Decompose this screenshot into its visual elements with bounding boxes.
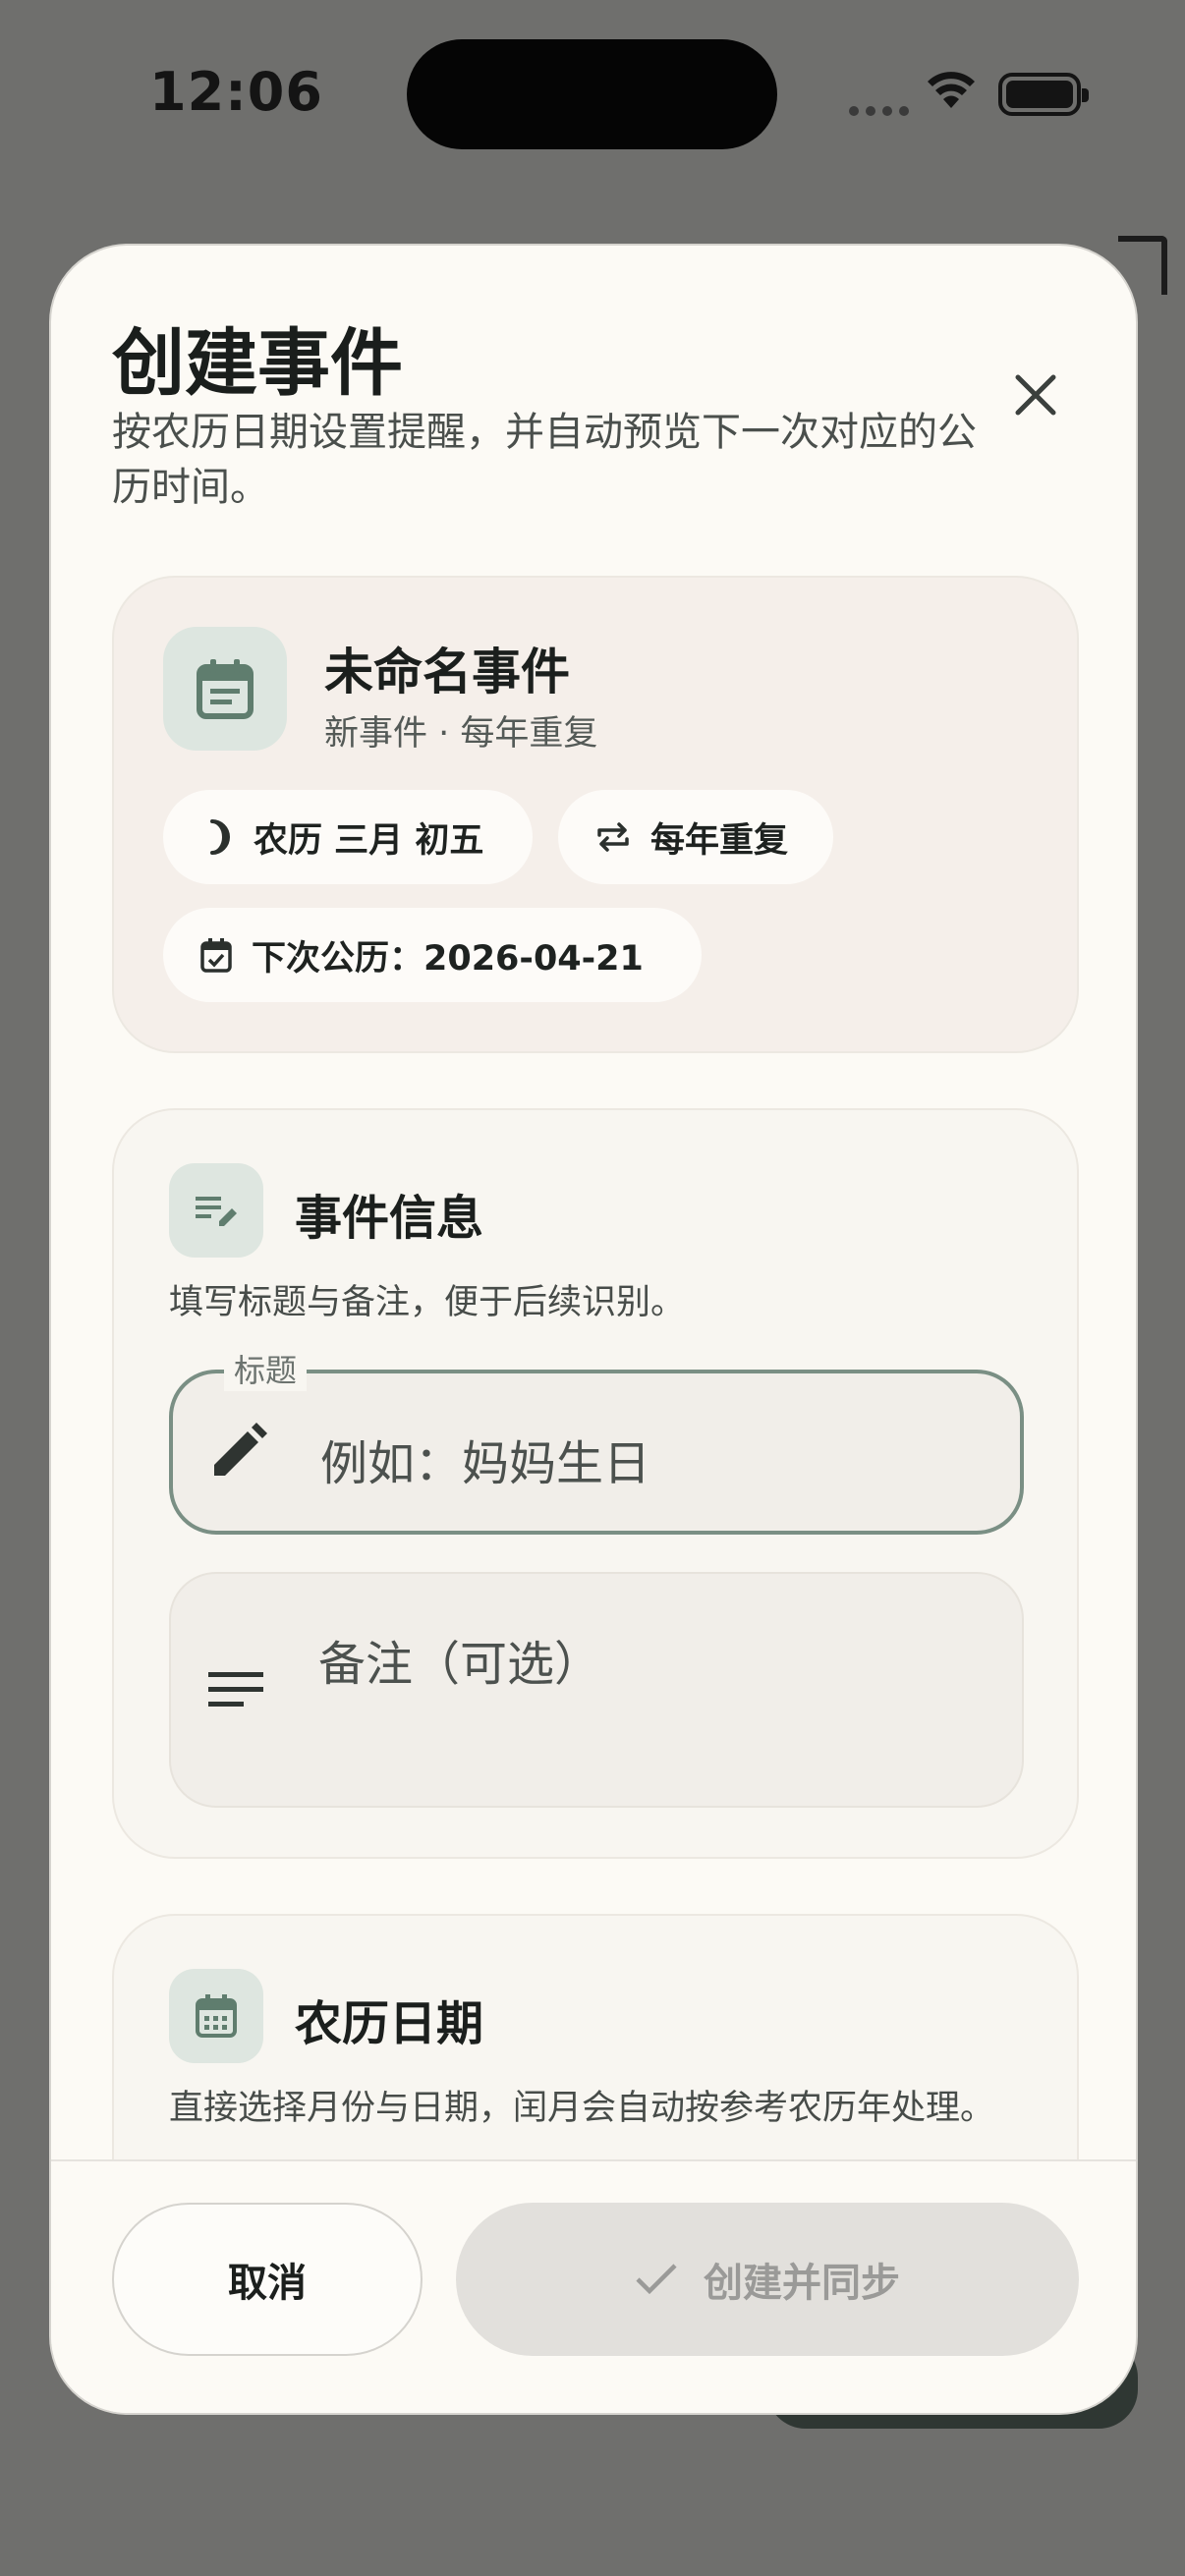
pencil-icon: [214, 1423, 267, 1476]
create-event-sheet: 创建事件 按农历日期设置提醒，并自动预览下一次对应的公历时间。 未命名事件 新事…: [49, 244, 1138, 2415]
lunar-date-chip-label: 农历 三月 初五: [254, 820, 484, 861]
edit-notes-icon: [169, 1163, 263, 1258]
cancel-button[interactable]: 取消: [112, 2203, 423, 2356]
notes-icon: [208, 1672, 263, 1707]
next-solar-date-label: 下次公历：2026-04-21: [252, 938, 644, 979]
lunar-date-title: 农历日期: [295, 1996, 484, 2051]
dynamic-island: [407, 39, 777, 149]
event-info-title: 事件信息: [295, 1191, 484, 1246]
title-field[interactable]: 标题 例如：妈妈生日: [169, 1346, 1024, 1535]
lunar-date-description: 直接选择月份与日期，闰月会自动按参考农历年处理。: [169, 2089, 995, 2128]
sheet-subtitle: 按农历日期设置提醒，并自动预览下一次对应的公历时间。: [112, 410, 977, 510]
repeat-chip-label: 每年重复: [650, 820, 789, 861]
signal-dots-icon: [849, 106, 909, 116]
title-field-label: 标题: [224, 1346, 308, 1391]
event-preview-card: 未命名事件 新事件 · 每年重复 农历 三月 初五 每年重复 下次公历：2026…: [112, 576, 1079, 1053]
status-time: 12:06: [149, 61, 323, 123]
status-bar: 12:06: [0, 0, 1185, 196]
battery-icon: [998, 73, 1089, 116]
preview-title: 未命名事件: [324, 644, 570, 700]
event-info-description: 填写标题与备注，便于后续识别。: [169, 1283, 686, 1322]
next-solar-date-chip: 下次公历：2026-04-21: [163, 908, 702, 1002]
preview-subtitle: 新事件 · 每年重复: [324, 714, 598, 754]
calendar-check-icon: [200, 938, 232, 973]
cancel-button-label: 取消: [228, 2261, 307, 2306]
check-icon: [636, 2264, 677, 2295]
event-info-section: 事件信息 填写标题与备注，便于后续识别。 标题 例如：妈妈生日 备注（可选）: [112, 1108, 1079, 1859]
repeat-icon: [597, 822, 629, 852]
moon-icon: [210, 819, 230, 855]
note-field[interactable]: 备注（可选）: [169, 1572, 1024, 1808]
wifi-icon: [928, 72, 975, 108]
note-field-placeholder: 备注（可选）: [318, 1637, 602, 1692]
create-and-sync-button[interactable]: 创建并同步: [456, 2203, 1079, 2356]
action-bar: 取消 创建并同步: [51, 2159, 1136, 2413]
create-button-label: 创建并同步: [704, 2261, 900, 2306]
close-button[interactable]: [994, 354, 1077, 436]
calendar-grid-icon: [169, 1969, 263, 2063]
repeat-chip: 每年重复: [558, 790, 833, 884]
close-icon: [1015, 374, 1056, 416]
title-field-placeholder: 例如：妈妈生日: [320, 1436, 651, 1491]
lunar-date-chip: 农历 三月 初五: [163, 790, 533, 884]
event-note-icon: [163, 627, 287, 751]
sheet-title: 创建事件: [112, 321, 403, 406]
